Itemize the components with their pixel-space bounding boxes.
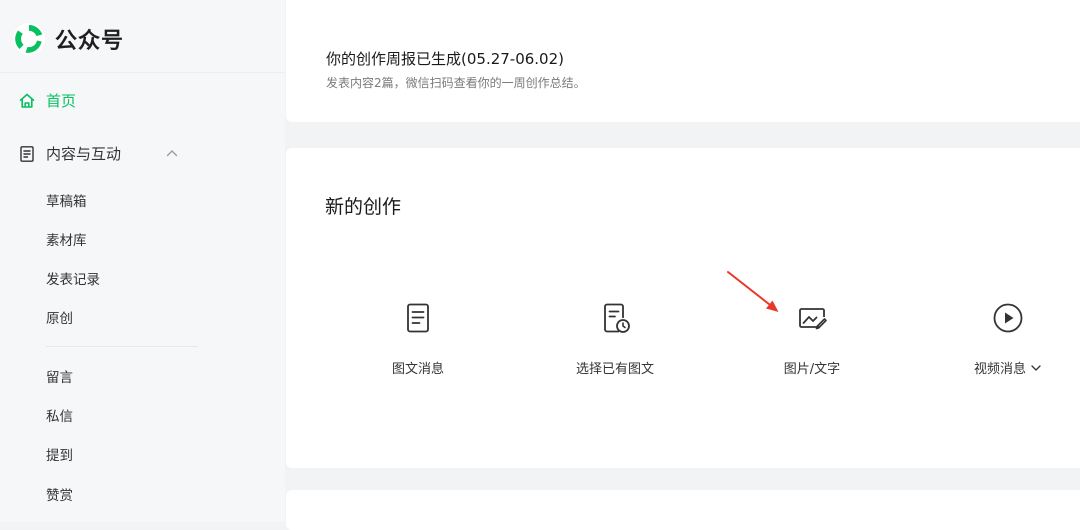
select-existing-article-button[interactable]: 选择已有图文 (535, 302, 695, 382)
brand-name: 公众号 (55, 29, 125, 54)
weekly-report-desc: 发表内容2篇，微信扫码查看你的一周创作总结。 (326, 76, 586, 90)
bottom-card (286, 490, 1080, 530)
article-icon (407, 303, 429, 333)
chevron-down-icon[interactable] (1030, 362, 1042, 374)
chevron-up-icon[interactable] (165, 146, 179, 160)
create-video-label: 视频消息 (973, 362, 1026, 377)
video-play-icon (993, 303, 1023, 333)
new-creation-title: 新的创作 (325, 196, 402, 218)
sidebar-item-mentions[interactable]: 提到 (46, 444, 73, 464)
sidebar-item-content-label: 内容与互动 (46, 145, 122, 163)
sidebar-item-home[interactable]: 首页 (18, 90, 76, 111)
home-icon (19, 93, 35, 108)
sidebar-item-messages[interactable]: 私信 (46, 405, 73, 425)
sidebar: 公众号 首页 内容与互动 草稿箱 素材库 发表记录 原创 留言 私信 提到 赞赏 (0, 0, 285, 522)
weekly-report-title: 你的创作周报已生成(05.27-06.02) (326, 50, 565, 68)
wechat-official-logo-icon (13, 23, 45, 55)
sidebar-item-drafts[interactable]: 草稿箱 (46, 190, 87, 210)
create-article-button[interactable]: 图文消息 (338, 302, 498, 382)
weekly-report-card[interactable]: 你的创作周报已生成(05.27-06.02) 发表内容2篇，微信扫码查看你的一周… (286, 0, 1080, 122)
existing-article-icon (604, 303, 630, 333)
sidebar-item-materials[interactable]: 素材库 (46, 229, 87, 249)
create-image-text-label: 图片/文字 (783, 362, 841, 377)
create-article-label: 图文消息 (391, 362, 444, 377)
brand[interactable]: 公众号 (12, 20, 124, 58)
sidebar-item-original[interactable]: 原创 (46, 307, 73, 327)
sidebar-item-publish-records[interactable]: 发表记录 (46, 268, 100, 288)
select-existing-article-label: 选择已有图文 (575, 362, 654, 377)
document-icon (20, 145, 34, 162)
sidebar-item-content-interaction[interactable]: 内容与互动 (18, 143, 121, 164)
create-image-text-button[interactable]: 图片/文字 (732, 302, 892, 382)
sidebar-item-home-label: 首页 (46, 92, 77, 110)
sidebar-item-comments[interactable]: 留言 (46, 366, 73, 386)
sidebar-divider (0, 72, 285, 73)
image-text-icon (799, 308, 827, 330)
sidebar-item-rewards[interactable]: 赞赏 (46, 484, 73, 504)
sidebar-sub-divider (46, 346, 198, 347)
create-video-button[interactable]: 视频消息 (928, 302, 1080, 382)
new-creation-card: 新的创作 图文消息 选择已有图文 图片/文字 视频消息 (286, 148, 1080, 468)
